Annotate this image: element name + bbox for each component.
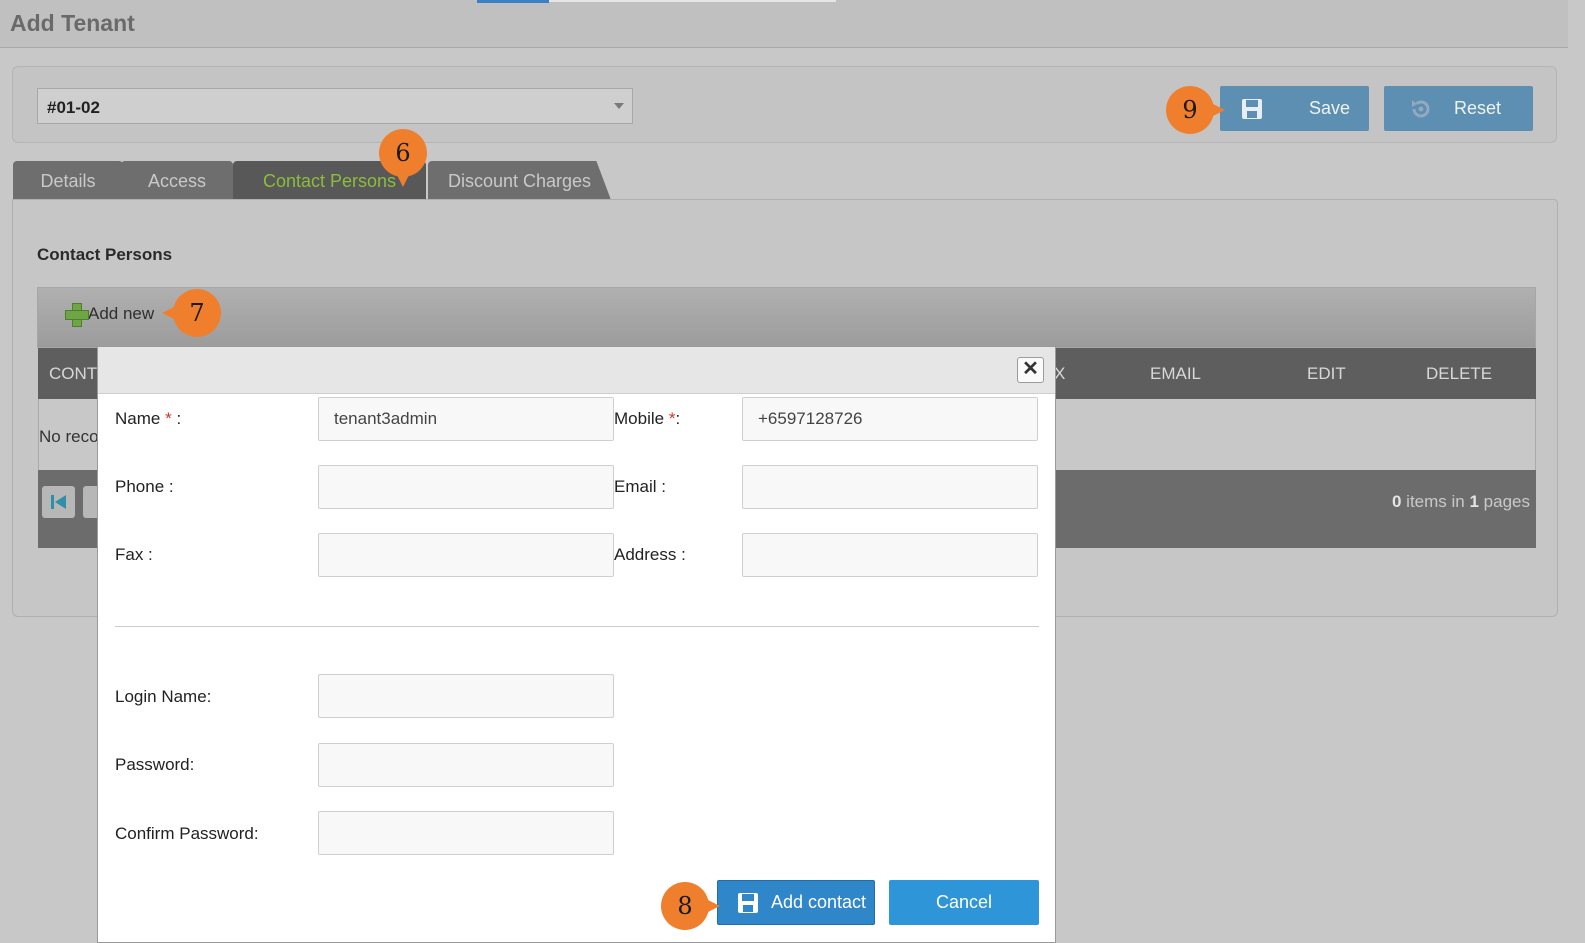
address-label: Address : [614, 545, 686, 564]
grid-toolbar [37, 287, 1536, 348]
reset-button-label: Reset [1454, 98, 1502, 118]
login-name-field[interactable] [318, 674, 614, 718]
pager-pages-text: pages [1478, 492, 1530, 511]
section-divider [115, 626, 1039, 627]
column-header-contact[interactable]: CONT [49, 364, 97, 384]
top-bar: Add Tenant [0, 0, 1568, 48]
dialog-header: ✕ [98, 347, 1055, 394]
save-button[interactable]: Save [1220, 86, 1369, 131]
password-label: Password: [115, 755, 195, 774]
email-label: Email : [614, 477, 666, 496]
name-label-text: Name [115, 409, 161, 428]
fax-label: Fax : [115, 545, 153, 564]
callout-marker: 7 [162, 289, 221, 337]
tab-discount-charges[interactable]: Discount Charges [428, 161, 611, 200]
page-title: Add Tenant [10, 10, 135, 36]
pager-info: 0 items in 1 pages [1392, 492, 1530, 512]
mobile-field[interactable]: +6597128726 [742, 397, 1038, 441]
save-button-label: Save [1309, 98, 1351, 118]
add-contact-label: Add contact [771, 892, 867, 912]
callout-marker: 8 [661, 882, 720, 930]
mobile-label: Mobile *: [614, 409, 680, 429]
phone-label: Phone : [115, 477, 174, 496]
add-contact-dialog: ✕ Name * : tenant3admin Mobile *: +65971… [97, 346, 1056, 943]
callout-marker: 9 [1166, 86, 1225, 134]
confirm-password-field[interactable] [318, 811, 614, 855]
unit-select-value: #01-02 [47, 98, 100, 117]
floppy-disk-icon [1241, 98, 1263, 120]
callout-pointer [1211, 103, 1225, 117]
column-header-edit: EDIT [1307, 364, 1346, 383]
address-field[interactable] [742, 533, 1038, 577]
mobile-label-suffix: : [675, 409, 681, 428]
pager-first-button[interactable] [42, 486, 75, 518]
callout-number: 7 [189, 299, 205, 327]
pager-items-in-text: items in [1401, 492, 1470, 511]
mobile-label-text: Mobile [614, 409, 665, 428]
login-name-label: Login Name: [115, 687, 212, 706]
first-page-icon [51, 495, 66, 509]
chevron-down-icon [614, 103, 624, 109]
column-header-delete: DELETE [1426, 364, 1493, 383]
password-field[interactable] [318, 743, 614, 787]
callout-marker: 6 [379, 129, 427, 187]
callout-pointer [706, 899, 720, 913]
add-new-label: Add new [88, 304, 155, 323]
phone-field[interactable] [318, 465, 614, 509]
floppy-disk-icon [737, 892, 759, 914]
callout-pointer [162, 306, 176, 320]
unit-select[interactable]: #01-02 [37, 88, 633, 124]
cancel-button[interactable]: Cancel [889, 880, 1039, 925]
required-mark: * [165, 409, 172, 428]
column-header-email[interactable]: EMAIL [1150, 364, 1201, 384]
close-icon[interactable]: ✕ [1017, 357, 1044, 383]
callout-pointer [396, 173, 410, 187]
fax-field[interactable] [318, 533, 614, 577]
name-label: Name * : [115, 409, 181, 429]
plus-icon [64, 302, 89, 327]
no-records-text: No reco [39, 427, 99, 446]
section-title: Contact Persons [37, 245, 173, 264]
email-field[interactable] [742, 465, 1038, 509]
reset-icon [1409, 97, 1433, 121]
add-new-button[interactable]: Add new [64, 302, 155, 327]
confirm-password-label: Confirm Password: [115, 824, 259, 843]
tab-details[interactable]: Details [13, 161, 123, 200]
pager-page-count: 1 [1469, 492, 1479, 511]
reset-button[interactable]: Reset [1384, 86, 1533, 131]
loading-bar [477, 0, 549, 3]
name-label-suffix: : [171, 409, 182, 428]
add-contact-button[interactable]: Add contact [717, 880, 875, 925]
callout-number: 9 [1182, 96, 1198, 124]
callout-number: 6 [395, 139, 411, 167]
callout-number: 8 [677, 892, 693, 920]
tab-access[interactable]: Access [121, 161, 233, 200]
name-field[interactable]: tenant3admin [318, 397, 614, 441]
loading-bar-track [549, 0, 836, 2]
